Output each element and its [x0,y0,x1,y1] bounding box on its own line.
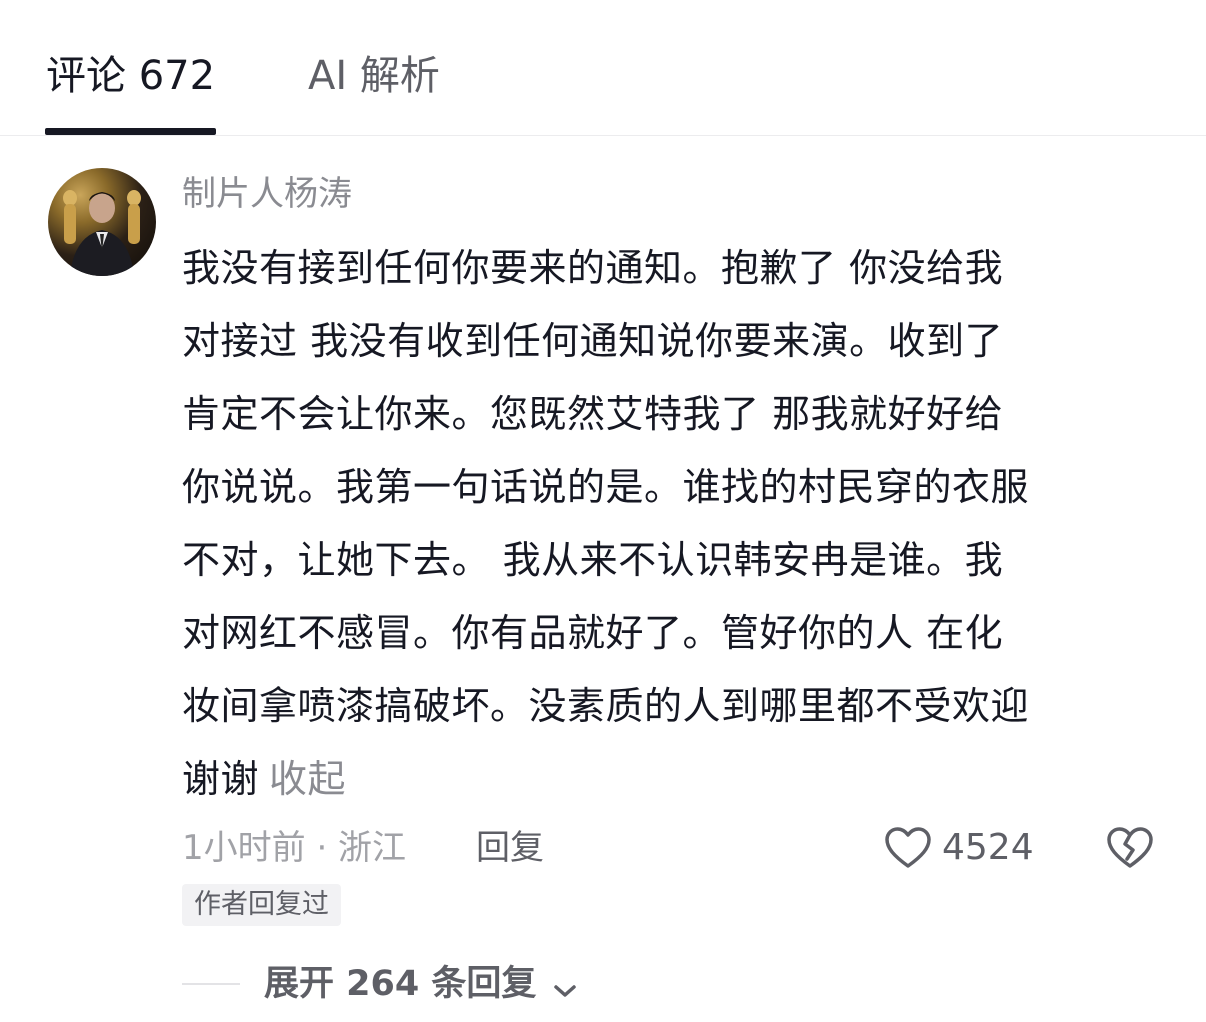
avatar-image [63,190,141,276]
heart-outline-icon[interactable] [884,826,932,870]
comment-line: 不对，让她下去。 我从来不认识韩安冉是谁。我 [182,538,1004,582]
tab-ai-analysis[interactable]: AI 解析 [308,50,440,102]
chevron-down-icon [553,984,576,997]
comment-line: 谢谢 [182,757,260,801]
expand-divider [182,983,240,985]
comment-time-location: 1小时前 · 浙江 [182,828,407,868]
active-tab-indicator [45,128,216,135]
comment-text: 我没有接到任何你要来的通知。抱歉了 你没给我 对接过 我没有收到任何通知说你要来… [182,232,1167,816]
comment-line: 妆间拿喷漆搞破坏。没素质的人到哪里都不受欢迎 [182,684,1030,728]
collapse-button[interactable]: 收起 [269,757,346,801]
tab-comments[interactable]: 评论 672 [46,50,215,102]
comment-line: 你说说。我第一句话说的是。谁找的村民穿的衣服 [182,465,1030,509]
comments-panel: 评论 672 AI 解析 制片人杨涛 我没有接到任何你要来的通知。抱歉了 你没给… [0,0,1206,1022]
comment-line: 肯定不会让你来。您既然艾特我了 那我就好好给 [182,392,1004,436]
expand-replies-label: 展开 264 条回复 [264,964,537,1004]
author-replied-badge: 作者回复过 [182,884,341,926]
comment-line: 对接过 我没有收到任何通知说你要来演。收到了 [182,319,1004,363]
comment-line: 我没有接到任何你要来的通知。抱歉了 你没给我 [182,246,1004,290]
comment-line-last: 谢谢 收起 [182,743,1167,816]
avatar[interactable] [48,168,156,276]
expand-replies-button[interactable]: 展开 264 条回复 [264,960,578,1008]
comment-line: 对网红不感冒。你有品就好了。管好你的人 在化 [182,611,1004,655]
broken-heart-icon[interactable] [1106,826,1154,870]
tabs-divider [0,135,1206,136]
reply-button[interactable]: 回复 [476,826,544,870]
like-count: 4524 [942,827,1034,868]
tab-bar: 评论 672 AI 解析 [0,0,1206,136]
comment-username[interactable]: 制片人杨涛 [182,172,352,216]
